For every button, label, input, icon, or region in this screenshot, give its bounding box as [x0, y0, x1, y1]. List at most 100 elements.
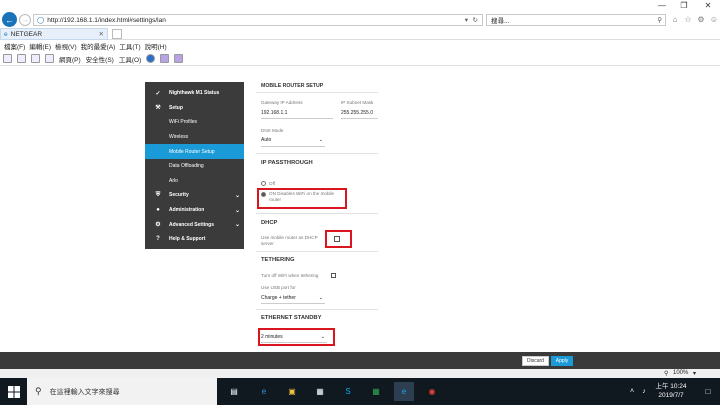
- gateway-ip-field[interactable]: 192.168.1.1: [261, 110, 333, 119]
- favorites-star-icon[interactable]: ☆: [683, 15, 693, 25]
- read-mail-icon[interactable]: [31, 54, 40, 63]
- help-icon[interactable]: [146, 54, 156, 63]
- sidebar-item-help-support[interactable]: ? Help & Support: [145, 232, 244, 247]
- sidebar-item-mobile-router-setup[interactable]: Mobile Router Setup: [145, 144, 244, 159]
- passthrough-on-option[interactable]: ON Disables WiFi on the mobile router: [261, 191, 343, 203]
- tools-menu[interactable]: 工具(O): [119, 54, 141, 64]
- home-page-icon[interactable]: [3, 54, 12, 63]
- forward-arrow-icon: →: [21, 16, 29, 24]
- settings-gear-icon[interactable]: ⚙: [696, 15, 706, 25]
- sidebar-item-label: Data Offloading: [169, 163, 204, 170]
- skype-icon[interactable]: S: [338, 382, 358, 401]
- chrome-icon[interactable]: ◉: [422, 382, 442, 401]
- dropdown-icon[interactable]: ▾: [465, 16, 468, 24]
- dns-mode-label: DNS Mode: [261, 128, 284, 133]
- chevron-down-icon: ⌄: [320, 334, 325, 340]
- chevron-down-icon: ⌄: [234, 207, 240, 214]
- sidebar-item-status[interactable]: ✓ Nighthawk M1 Status: [145, 86, 244, 101]
- subnet-mask-field[interactable]: 255.255.255.0: [341, 110, 378, 119]
- tab-close-icon[interactable]: ✕: [99, 30, 104, 38]
- close-button[interactable]: ✕: [698, 1, 718, 11]
- sidebar-item-advanced-settings[interactable]: ⚙ Advanced Settings ⌄: [145, 217, 244, 232]
- menu-edit[interactable]: 編輯(E): [29, 41, 51, 51]
- tethering-label: Turn off WiFi when tethering: [261, 273, 319, 278]
- divider: [256, 213, 378, 214]
- notifications-icon[interactable]: □: [698, 382, 718, 401]
- forward-button[interactable]: →: [19, 14, 31, 26]
- sidebar-item-security[interactable]: ⛨ Security ⌄: [145, 188, 244, 203]
- windows-taskbar: ⚲ 在這裡輸入文字來搜尋 ▤ e ▣ ▦ S ▦ e ◉ ˄ ♪ 上午 10:2…: [0, 378, 720, 405]
- search-field[interactable]: 搜尋... ⚲: [486, 14, 666, 26]
- sidebar-item-arlo[interactable]: Arlo: [145, 174, 244, 189]
- zoom-icon[interactable]: ⚲: [664, 370, 668, 377]
- subnet-mask-value: 255.255.255.0: [341, 110, 373, 116]
- radio-on[interactable]: [261, 192, 266, 197]
- divider: [256, 309, 378, 310]
- sidebar-item-wifi-profiles[interactable]: WiFi Profiles: [145, 115, 244, 130]
- usb-port-value: Charge + tether: [261, 295, 296, 301]
- sidebar-item-label: Security: [169, 192, 189, 199]
- task-view-icon[interactable]: ▤: [224, 382, 244, 401]
- home-icon[interactable]: ⌂: [670, 15, 680, 25]
- onenote-icon[interactable]: [160, 54, 170, 63]
- clock[interactable]: 上午 10:24 2019/7/7: [648, 382, 694, 400]
- internet-explorer-icon[interactable]: e: [394, 382, 414, 401]
- user-icon: ●: [156, 207, 160, 214]
- feedback-smiley-icon[interactable]: ☺: [709, 15, 719, 25]
- ie-favicon-icon: e: [4, 30, 8, 38]
- menu-favorites[interactable]: 我的最愛(A): [81, 41, 116, 51]
- usb-port-label: Use USB port for: [261, 285, 296, 290]
- new-tab-button[interactable]: [112, 29, 122, 39]
- file-explorer-icon[interactable]: ▣: [282, 382, 302, 401]
- sidebar-item-wireless[interactable]: Wireless: [145, 130, 244, 145]
- settings-panel: MOBILE ROUTER SETUP Gateway IP Address 1…: [256, 80, 378, 352]
- sidebar-item-label: Mobile Router Setup: [169, 148, 215, 155]
- dns-mode-value: Auto: [261, 137, 272, 143]
- sidebar-item-setup[interactable]: ⚒ Setup: [145, 101, 244, 116]
- ethernet-standby-title: ETHERNET STANDBY: [261, 315, 322, 321]
- page-content: ✓ Nighthawk M1 Status ⚒ Setup WiFi Profile…: [0, 66, 720, 352]
- store-icon[interactable]: ▦: [310, 382, 330, 401]
- back-button[interactable]: ←: [2, 12, 17, 27]
- menu-view[interactable]: 檢視(V): [55, 41, 77, 51]
- send-onenote-icon[interactable]: [174, 54, 184, 63]
- discard-button[interactable]: Discard: [522, 356, 549, 366]
- dhcp-label: Use mobile router as DHCP server: [261, 235, 318, 246]
- ethernet-standby-select[interactable]: 2 minutes ⌄: [261, 334, 327, 343]
- start-button[interactable]: [0, 378, 27, 405]
- passthrough-off-option[interactable]: Off: [261, 181, 275, 186]
- chevron-down-icon[interactable]: ▾: [693, 370, 696, 377]
- sidebar-item-label: Arlo: [169, 177, 178, 184]
- sidebar-item-administration[interactable]: ● Administration ⌄: [145, 203, 244, 218]
- tab-netgear[interactable]: e NETGEAR ✕: [0, 28, 108, 40]
- apply-button[interactable]: Apply: [551, 356, 573, 366]
- usb-port-select[interactable]: Charge + tether ⌄: [261, 295, 325, 304]
- url-field[interactable]: ◯ http://192.168.1.1/index.html#settings…: [33, 14, 483, 26]
- tethering-checkbox[interactable]: [331, 273, 336, 278]
- search-placeholder: 搜尋...: [491, 18, 510, 25]
- search-icon[interactable]: ⚲: [657, 16, 662, 24]
- safety-menu[interactable]: 安全性(S): [86, 54, 114, 64]
- zoom-level[interactable]: 100%: [673, 370, 688, 376]
- refresh-icon[interactable]: ↻: [473, 16, 478, 24]
- menu-file[interactable]: 檔案(F): [4, 41, 25, 51]
- sidebar-item-label: Nighthawk M1 Status: [169, 90, 220, 97]
- sidebar-item-label: Administration: [169, 207, 205, 214]
- taskbar-search-placeholder: 在這裡輸入文字來搜尋: [49, 388, 120, 396]
- taskbar-search[interactable]: ⚲ 在這裡輸入文字來搜尋: [27, 378, 217, 405]
- app-icon[interactable]: ▦: [366, 382, 386, 401]
- menu-help[interactable]: 說明(H): [145, 41, 167, 51]
- clock-time: 上午 10:24: [655, 383, 687, 390]
- dhcp-checkbox[interactable]: [334, 236, 340, 242]
- minimize-button[interactable]: —: [652, 1, 672, 11]
- radio-off[interactable]: [261, 181, 266, 186]
- sidebar-item-data-offloading[interactable]: Data Offloading: [145, 159, 244, 174]
- menu-tools[interactable]: 工具(T): [119, 41, 140, 51]
- maximize-button[interactable]: ❐: [674, 1, 694, 11]
- print-icon[interactable]: [45, 54, 54, 63]
- dns-mode-select[interactable]: Auto ⌄: [261, 137, 325, 147]
- feeds-icon[interactable]: [17, 54, 26, 63]
- subnet-label: IP Subnet Mask: [341, 100, 374, 105]
- page-menu[interactable]: 網頁(P): [59, 54, 81, 64]
- edge-icon[interactable]: e: [254, 382, 274, 401]
